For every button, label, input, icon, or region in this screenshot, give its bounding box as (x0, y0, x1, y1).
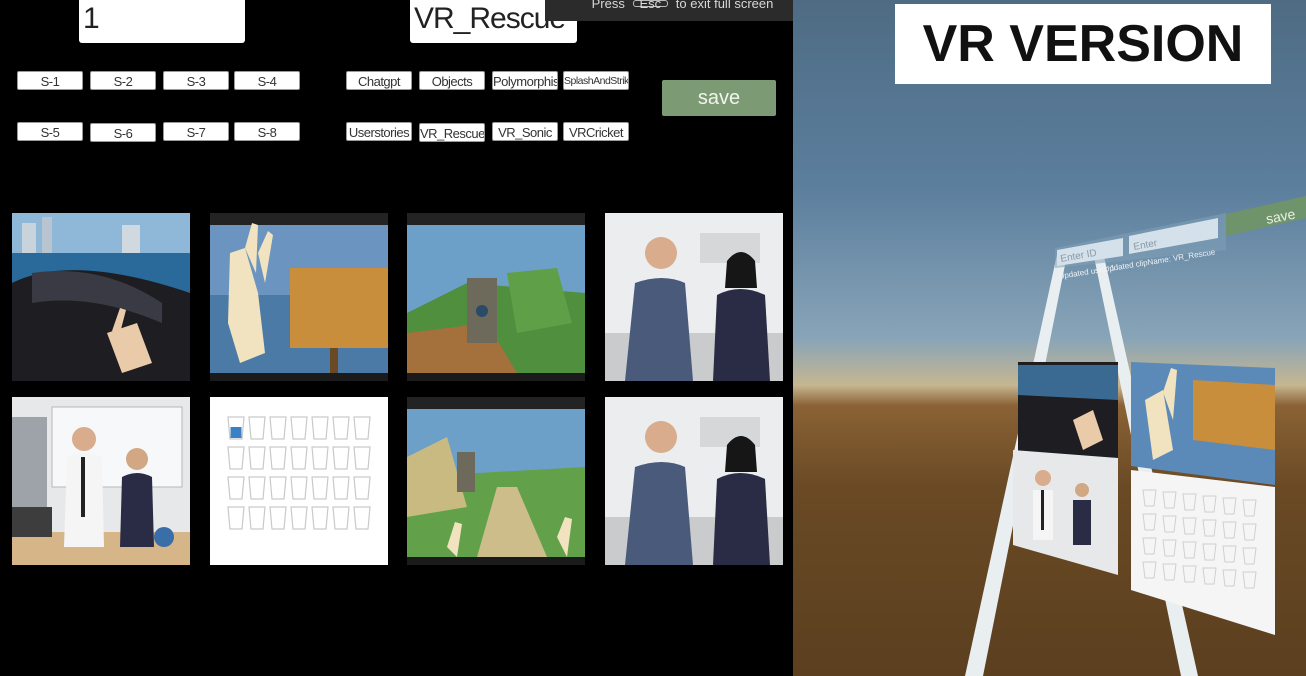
clip-button-vr-rescue[interactable]: VR_Rescue (419, 123, 485, 142)
vr-panel-cups[interactable] (1131, 470, 1275, 635)
user-button-s8[interactable]: S-8 (234, 122, 300, 141)
user-button-s1[interactable]: S-1 (17, 71, 83, 90)
thumbnail-vr-game-world[interactable] (407, 213, 585, 381)
clip-button-objects[interactable]: Objects (419, 71, 485, 90)
thumbnail-vr-hand-sign[interactable] (210, 213, 388, 381)
thumbnail-vr-car-hand[interactable] (12, 213, 190, 381)
user-id-input[interactable]: 1 (79, 0, 245, 43)
user-button-s7[interactable]: S-7 (163, 122, 229, 141)
thumbnail-kitchen-presenters[interactable] (605, 213, 783, 381)
thumbnail-kitchen-presenters-2[interactable] (605, 397, 783, 565)
fullscreen-press-text: Press (591, 0, 625, 11)
user-button-s4[interactable]: S-4 (234, 71, 300, 90)
thumbnail-cups-grid[interactable] (210, 397, 388, 565)
user-button-s2[interactable]: S-2 (90, 71, 156, 90)
thumbnail-lab-presenters[interactable] (12, 397, 190, 565)
thumbnail-vr-green-path[interactable] (407, 397, 585, 565)
fullscreen-exit-text: to exit full screen (675, 0, 774, 11)
clip-button-vr-sonic[interactable]: VR_Sonic (492, 122, 558, 141)
vr-panel-hand[interactable] (1131, 362, 1275, 485)
clip-button-splashandstrike[interactable]: SplashAndStrike (563, 71, 629, 90)
vr-panel-lab[interactable] (1013, 450, 1118, 575)
save-button[interactable]: save (662, 80, 776, 116)
clip-button-polymorphism[interactable]: Polymorphism (492, 71, 558, 90)
clip-button-vrcricket[interactable]: VRCricket (563, 122, 629, 141)
user-button-s3[interactable]: S-3 (163, 71, 229, 90)
cup-water-fill (230, 427, 242, 438)
vr-view: VR VERSION Enter ID Enter save Updated u… (793, 0, 1306, 676)
vr-panel-car[interactable] (1018, 362, 1118, 458)
esc-key: Esc (632, 0, 669, 10)
web-panel: 1 VR_Rescue Press Esc to exit full scree… (0, 0, 820, 676)
user-button-s6[interactable]: S-6 (90, 123, 156, 142)
clip-button-chatgpt[interactable]: Chatgpt (346, 71, 412, 90)
fullscreen-notice: Press Esc to exit full screen (545, 0, 820, 21)
vr-scene: Enter ID Enter save Updated user: 1 Upda… (965, 196, 1306, 676)
clip-button-userstories[interactable]: Userstories (346, 122, 412, 141)
user-button-s5[interactable]: S-5 (17, 122, 83, 141)
